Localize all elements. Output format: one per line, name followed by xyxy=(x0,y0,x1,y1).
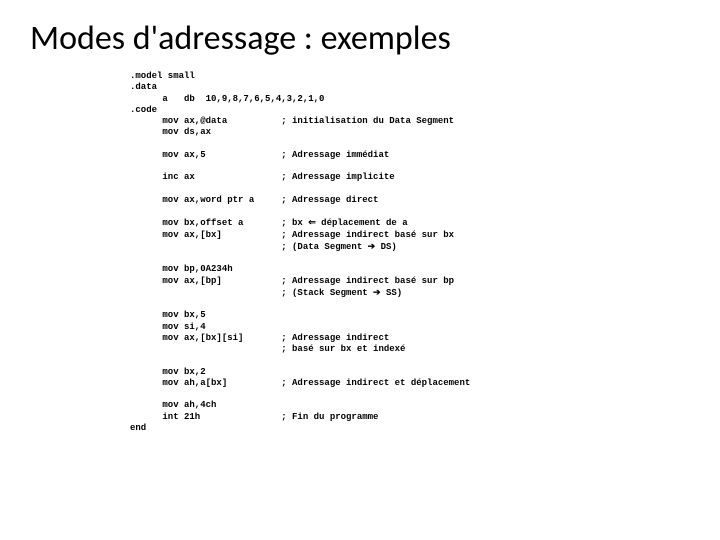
code-line: mov bp,0A234h xyxy=(130,264,233,274)
code-line: mov ax,[bx] ; Adressage indirect basé su… xyxy=(130,230,454,240)
code-line: mov bx,5 xyxy=(130,310,206,320)
code-line: .model small xyxy=(130,71,195,81)
slide: Modes d'adressage : exemples .model smal… xyxy=(0,0,720,540)
code-line: mov bx,2 xyxy=(130,367,206,377)
code-line: ; (Data Segment ➔ DS) xyxy=(130,242,397,252)
code-line: mov bx,offset a ; bx ⇐ déplacement de a xyxy=(130,218,408,228)
code-line: mov ah,a[bx] ; Adressage indirect et dép… xyxy=(130,378,470,388)
arrow-left-icon: ⇐ xyxy=(308,217,316,227)
code-line: end xyxy=(130,423,146,433)
slide-title: Modes d'adressage : exemples xyxy=(30,18,690,59)
code-line: ; (Stack Segment ➔ SS) xyxy=(130,288,402,298)
code-line: mov ax,[bp] ; Adressage indirect basé su… xyxy=(130,276,454,286)
code-line: .data xyxy=(130,82,157,92)
code-line: mov ax,word ptr a ; Adressage direct xyxy=(130,195,378,205)
code-line: ; basé sur bx et indexé xyxy=(130,344,405,354)
code-block: .model small .data a db 10,9,8,7,6,5,4,3… xyxy=(130,71,690,434)
code-line: int 21h ; Fin du programme xyxy=(130,412,378,422)
arrow-right-icon: ➔ xyxy=(373,287,381,297)
code-line: mov ds,ax xyxy=(130,127,211,137)
code-line: mov si,4 xyxy=(130,322,206,332)
code-line: mov ax,@data ; initialisation du Data Se… xyxy=(130,116,454,126)
code-line: .code xyxy=(130,105,157,115)
code-line: a db 10,9,8,7,6,5,4,3,2,1,0 xyxy=(130,94,324,104)
code-line: mov ah,4ch xyxy=(130,400,216,410)
code-line: mov ax,[bx][si] ; Adressage indirect xyxy=(130,333,389,343)
code-line: inc ax ; Adressage implicite xyxy=(130,172,395,182)
code-line: mov ax,5 ; Adressage immédiat xyxy=(130,150,389,160)
